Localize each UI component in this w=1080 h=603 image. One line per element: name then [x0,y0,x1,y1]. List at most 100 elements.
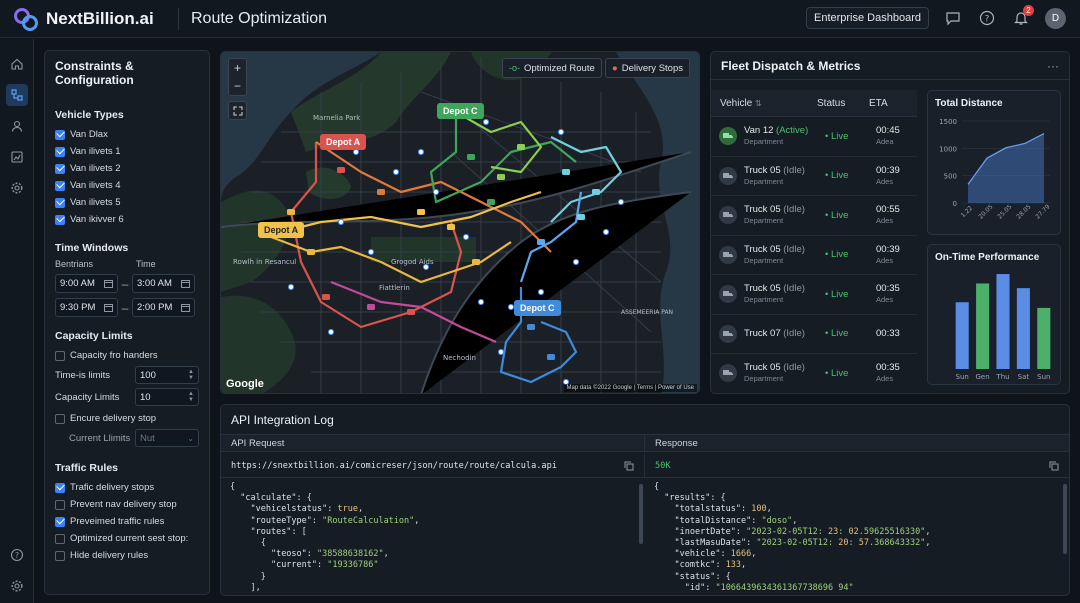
user-avatar[interactable]: D [1045,7,1066,29]
help-icon[interactable]: ? [977,8,997,28]
encure-delivery-checkbox[interactable]: Encure delivery stop [55,410,199,427]
vehicle-marker[interactable] [547,354,555,360]
vehicle-marker[interactable] [377,189,385,195]
zoom-in-button[interactable]: + [234,61,241,75]
traffic-rule-checkbox[interactable]: Prevent nav delivery stop [55,496,199,513]
vehicle-marker[interactable] [592,189,600,195]
capacity-limits-stepper[interactable]: 10 ▲ ▼ [135,388,199,406]
vehicle-marker[interactable] [537,239,545,245]
vehicle-marker[interactable] [527,324,535,330]
checkbox-icon[interactable] [55,516,65,527]
delivery-stop-marker[interactable] [572,258,580,266]
delivery-stop-marker[interactable] [462,233,470,241]
vehicle-marker[interactable] [307,249,315,255]
vehicle-marker[interactable] [367,304,375,310]
delivery-stop-marker[interactable] [602,228,610,236]
checkbox-icon[interactable] [55,197,65,208]
vehicle-row[interactable]: Truck 05 (Idle) Department • Live 00:35 Ades [711,275,917,315]
current-limits-select[interactable]: Nut ⌄ [135,429,199,447]
request-url[interactable]: https://snextbillion.ai/comicreser/json/… [231,461,557,471]
delivery-stop-marker[interactable] [507,303,515,311]
vehicle-type-checkbox[interactable]: Van ilivets 4 [55,177,199,194]
vehicle-type-checkbox[interactable]: Van ilivets 1 [55,143,199,160]
delivery-stop-marker[interactable] [497,348,505,356]
vehicle-marker[interactable] [487,199,495,205]
zoom-out-button[interactable]: − [234,79,241,93]
delivery-stop-marker[interactable] [482,118,490,126]
checkbox-icon[interactable] [55,499,65,510]
depot-marker[interactable]: Depot C [514,300,561,316]
vehicle-marker[interactable] [517,144,525,150]
vehicle-marker[interactable] [337,167,345,173]
checkbox-icon[interactable] [55,180,65,191]
analytics-icon[interactable] [6,146,28,168]
delivery-stop-marker[interactable] [337,218,345,226]
settings-gear-icon[interactable] [6,177,28,199]
delivery-stop-marker[interactable] [477,298,485,306]
app-logo[interactable]: NextBillion.ai [12,5,166,33]
checkbox-icon[interactable] [55,482,65,493]
vehicle-type-checkbox[interactable]: Van ilivets 5 [55,194,199,211]
delivery-stop-marker[interactable] [367,248,375,256]
map-attribution[interactable]: Map data ©2022 Google | Terms | Power of… [563,384,697,392]
checkbox-icon[interactable] [55,146,65,157]
vehicle-type-checkbox[interactable]: Van ikivver 6 [55,211,199,228]
col-vehicle[interactable]: Vehicle ⇅ [711,98,817,109]
checkbox-icon[interactable] [55,163,65,174]
vehicle-row[interactable]: Truck 05 (Idle) Department • Live 00:55 Ades [711,196,917,236]
response-scrollbar[interactable] [1063,484,1067,554]
request-scrollbar[interactable] [639,484,643,544]
delivery-stop-marker[interactable] [287,283,295,291]
depot-marker[interactable]: Depot C [437,103,484,119]
vehicle-marker[interactable] [447,224,455,230]
help-circle-icon[interactable]: ? [6,544,28,566]
vehicle-marker[interactable] [472,259,480,265]
vehicle-row[interactable]: Truck 07 (Idle) • Live 00:33 [711,315,917,354]
vehicle-row[interactable]: Truck 05 (Idle) Department • Live 00:39 Ades [711,157,917,196]
time-limits-stepper[interactable]: 100 ▲ ▼ [135,366,199,384]
delivery-stop-marker[interactable] [537,288,545,296]
vehicle-row[interactable]: Truck 05 (Idle) Department • Live 00:39 Ades [711,236,917,275]
route-icon[interactable] [6,84,28,106]
checkbox-icon[interactable] [55,214,65,225]
route-map[interactable]: Marnelia Park Grogod Aids Rowlh in Resan… [220,51,700,394]
vehicle-marker[interactable] [322,294,330,300]
delivery-stop-marker[interactable] [327,328,335,336]
delivery-stop-marker[interactable] [617,198,625,206]
checkbox-icon[interactable] [55,533,65,544]
vehicle-type-checkbox[interactable]: Van Dlax [55,126,199,143]
vehicle-marker[interactable] [417,209,425,215]
vehicle-marker[interactable] [467,154,475,160]
delivery-stop-marker[interactable] [432,188,440,196]
chat-icon[interactable] [943,8,963,28]
fullscreen-button[interactable] [228,101,247,120]
vehicle-marker[interactable] [407,309,415,315]
delivery-stop-marker[interactable] [392,168,400,176]
notification-bell-icon[interactable]: 2 [1011,5,1034,28]
checkbox-icon[interactable] [55,550,65,561]
vehicle-marker[interactable] [577,214,585,220]
vehicle-marker[interactable] [562,169,570,175]
time-end-input[interactable]: 3:00 AM [132,274,195,293]
traffic-rule-checkbox[interactable]: Trafic delivery stops [55,479,199,496]
more-options-icon[interactable]: ··· [1047,59,1059,73]
vehicle-marker[interactable] [287,209,295,215]
home-icon[interactable] [6,53,28,75]
col-eta[interactable]: ETA [869,98,888,109]
delivery-stop-marker[interactable] [417,148,425,156]
traffic-rule-checkbox[interactable]: Optimized current sest stop: [55,530,199,547]
time-start-input[interactable]: 9:30 PM [55,298,118,317]
legend-delivery-stops[interactable]: ● Delivery Stops [605,58,690,78]
copy-icon[interactable] [624,461,634,471]
vehicle-type-checkbox[interactable]: Van ilivets 2 [55,160,199,177]
delivery-stop-marker[interactable] [352,148,360,156]
settings-bottom-icon[interactable] [6,575,28,597]
enterprise-dashboard-button[interactable]: Enterprise Dashboard [805,7,929,29]
user-icon[interactable] [6,115,28,137]
traffic-rule-checkbox[interactable]: Hide delivery rules [55,547,199,564]
legend-optimized-route[interactable]: -o- Optimized Route [502,58,602,78]
copy-icon[interactable] [1049,461,1059,471]
delivery-stop-marker[interactable] [557,128,565,136]
depot-marker[interactable]: Depot A [258,222,305,238]
vehicle-marker[interactable] [497,174,505,180]
